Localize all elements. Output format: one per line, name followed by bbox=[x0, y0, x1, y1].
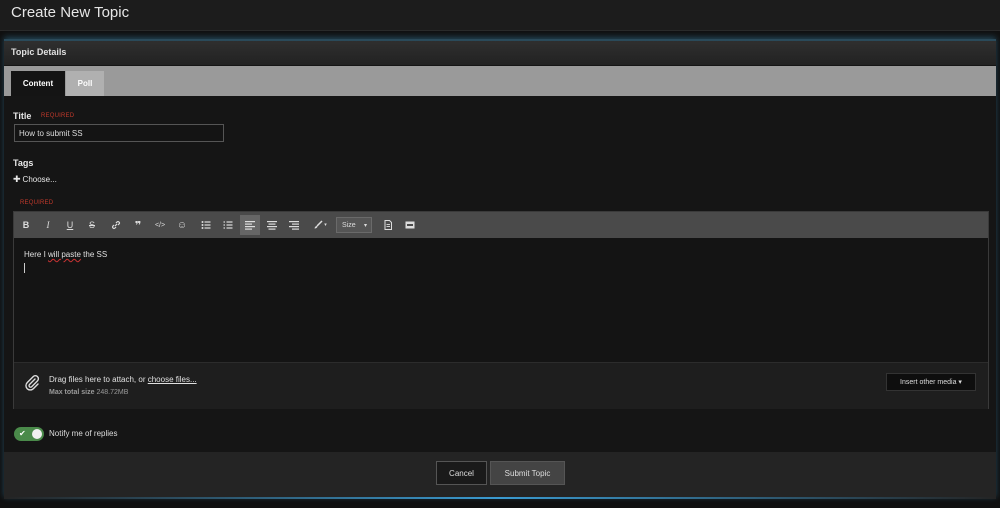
align-center-button[interactable] bbox=[262, 215, 282, 235]
title-label: Title bbox=[13, 111, 32, 121]
attachment-area[interactable]: Drag files here to attach, or choose fil… bbox=[14, 362, 988, 409]
tab-bar: Content Poll bbox=[4, 66, 996, 96]
title-required-tag: REQUIRED bbox=[41, 113, 75, 119]
align-right-icon bbox=[289, 221, 299, 230]
max-size-label: Max total size bbox=[49, 389, 95, 396]
preview-button[interactable] bbox=[378, 215, 398, 235]
align-right-button[interactable] bbox=[284, 215, 304, 235]
choose-tags-label: Choose... bbox=[22, 175, 57, 184]
title-input[interactable] bbox=[14, 124, 224, 142]
editor-text-part: the SS bbox=[80, 250, 108, 259]
align-left-button[interactable] bbox=[240, 215, 260, 235]
check-icon: ✔ bbox=[19, 429, 26, 438]
form-footer: Cancel Submit Topic bbox=[4, 452, 996, 499]
cancel-button[interactable]: Cancel bbox=[436, 461, 487, 485]
smiley-icon: ☺ bbox=[176, 219, 188, 231]
font-size-select[interactable]: Size ▾ bbox=[336, 217, 372, 233]
numbered-list-icon bbox=[223, 221, 233, 229]
panel-title: Topic Details bbox=[11, 47, 67, 57]
editor-toolbar: B I U S ❞ </> ☺ ▾ Size ▾ bbox=[14, 212, 988, 238]
font-size-label: Size bbox=[342, 221, 356, 229]
underline-button[interactable]: U bbox=[60, 215, 80, 235]
align-left-icon bbox=[245, 221, 255, 230]
chevron-down-icon: ▾ bbox=[324, 222, 327, 228]
link-button[interactable] bbox=[106, 215, 126, 235]
quote-icon: ❞ bbox=[134, 219, 142, 232]
gif-icon bbox=[405, 221, 415, 229]
submit-topic-button[interactable]: Submit Topic bbox=[490, 461, 565, 485]
strikethrough-button[interactable]: S bbox=[82, 215, 102, 235]
quote-button[interactable]: ❞ bbox=[128, 215, 148, 235]
editor-text: Here I will paste the SS bbox=[24, 250, 107, 259]
paintbrush-icon bbox=[314, 220, 323, 229]
align-center-icon bbox=[267, 221, 277, 230]
text-cursor bbox=[24, 263, 25, 273]
rich-text-editor: B I U S ❞ </> ☺ ▾ Size ▾ Here I will pas… bbox=[13, 211, 989, 409]
plus-icon: ✚ bbox=[13, 174, 21, 184]
text-color-button[interactable]: ▾ bbox=[308, 215, 332, 235]
choose-tags-button[interactable]: ✚ Choose... bbox=[13, 174, 57, 185]
paperclip-icon bbox=[25, 375, 40, 391]
document-icon bbox=[384, 220, 392, 230]
italic-button[interactable]: I bbox=[38, 215, 58, 235]
editor-text-misspelled: will paste bbox=[48, 250, 81, 259]
topic-details-panel: Topic Details Content Poll Title REQUIRE… bbox=[4, 39, 996, 499]
insert-other-media-button[interactable]: Insert other media ▾ bbox=[886, 373, 976, 391]
max-size-value: 248.72MB bbox=[96, 389, 129, 396]
bold-button[interactable]: B bbox=[16, 215, 36, 235]
chevron-down-icon: ▾ bbox=[363, 223, 367, 229]
notify-label: Notify me of replies bbox=[49, 429, 118, 438]
toggle-knob bbox=[32, 429, 42, 439]
code-button[interactable]: </> bbox=[150, 215, 170, 235]
choose-files-link[interactable]: choose files... bbox=[148, 375, 197, 384]
gif-button[interactable] bbox=[400, 215, 420, 235]
bullet-list-icon bbox=[201, 221, 211, 229]
editor-text-part: Here I bbox=[24, 250, 49, 259]
page-header: Create New Topic bbox=[0, 0, 1000, 31]
tab-poll[interactable]: Poll bbox=[66, 71, 104, 96]
editor-required-tag: REQUIRED bbox=[20, 200, 54, 206]
attach-instructions: Drag files here to attach, or choose fil… bbox=[49, 375, 197, 384]
numbered-list-button[interactable] bbox=[218, 215, 238, 235]
editor-content-area[interactable]: Here I will paste the SS bbox=[14, 238, 988, 362]
max-size-info: Max total size 248.72MB bbox=[49, 389, 128, 396]
bullet-list-button[interactable] bbox=[196, 215, 216, 235]
page-title: Create New Topic bbox=[11, 4, 130, 21]
code-icon: </> bbox=[154, 221, 166, 229]
link-icon bbox=[112, 221, 120, 229]
footer-glow bbox=[4, 497, 996, 499]
emoji-button[interactable]: ☺ bbox=[172, 215, 192, 235]
tab-content[interactable]: Content bbox=[11, 71, 65, 96]
tags-label: Tags bbox=[13, 158, 34, 168]
panel-header: Topic Details bbox=[4, 41, 996, 65]
notify-toggle[interactable]: ✔ bbox=[14, 427, 44, 441]
drag-text: Drag files here to attach, or bbox=[49, 375, 148, 384]
